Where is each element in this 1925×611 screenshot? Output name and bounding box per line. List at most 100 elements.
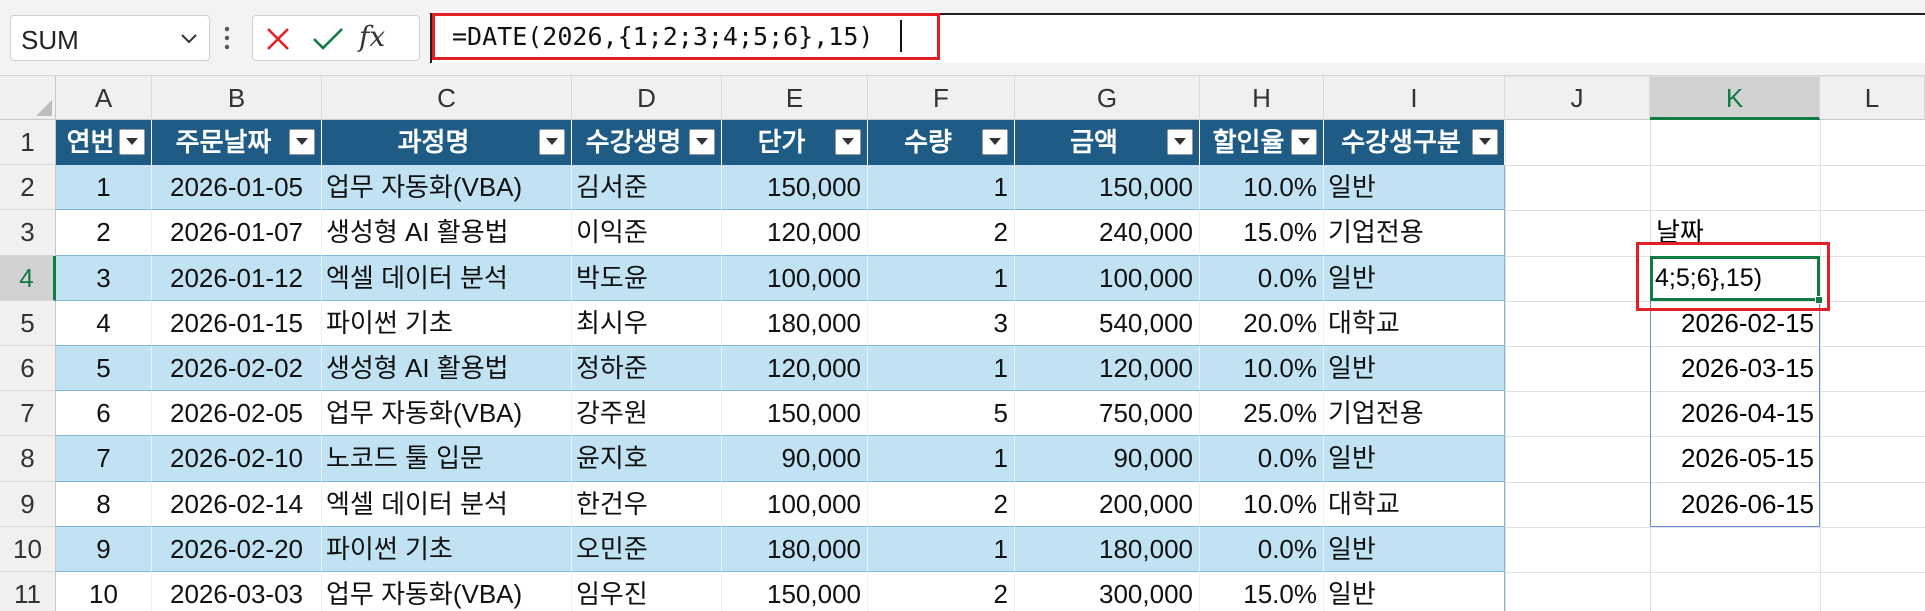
table-cell[interactable]: 180,000 xyxy=(722,300,868,346)
table-cell[interactable]: 540,000 xyxy=(1015,300,1200,346)
column-header-c[interactable]: C xyxy=(322,76,572,120)
table-cell[interactable]: 8 xyxy=(56,481,152,527)
table-cell[interactable]: 기업전용 xyxy=(1324,210,1505,256)
table-cell[interactable]: 2026-02-20 xyxy=(152,526,322,572)
table-cell[interactable]: 0.0% xyxy=(1200,255,1324,301)
table-cell[interactable]: 생성형 AI 활용법 xyxy=(322,346,572,392)
table-cell[interactable]: 240,000 xyxy=(1015,210,1200,256)
table-cell[interactable]: 일반 xyxy=(1324,572,1505,611)
row-header-11[interactable]: 11 xyxy=(0,572,56,611)
table-cell[interactable]: 9 xyxy=(56,526,152,572)
row-header-3[interactable]: 3 xyxy=(0,210,56,256)
check-icon[interactable] xyxy=(311,24,345,54)
table-cell[interactable]: 90,000 xyxy=(1015,436,1200,482)
table-cell[interactable]: 일반 xyxy=(1324,165,1505,211)
filter-dropdown-button[interactable] xyxy=(539,129,565,155)
table-cell[interactable]: 일반 xyxy=(1324,436,1505,482)
table-cell[interactable]: 25.0% xyxy=(1200,391,1324,437)
table-cell[interactable]: 750,000 xyxy=(1015,391,1200,437)
spilled-date-cell[interactable]: 2026-03-15 xyxy=(1650,346,1820,391)
column-header-k[interactable]: K xyxy=(1650,76,1820,120)
column-header-b[interactable]: B xyxy=(152,76,322,120)
cancel-icon[interactable] xyxy=(263,24,293,54)
table-cell[interactable]: 2 xyxy=(868,572,1015,611)
table-cell[interactable]: 4 xyxy=(56,300,152,346)
table-cell[interactable]: 200,000 xyxy=(1015,481,1200,527)
filter-dropdown-button[interactable] xyxy=(835,129,861,155)
spilled-date-cell[interactable]: 2026-04-15 xyxy=(1650,391,1820,436)
column-header-d[interactable]: D xyxy=(572,76,722,120)
row-header-9[interactable]: 9 xyxy=(0,481,56,527)
table-cell[interactable]: 2026-02-10 xyxy=(152,436,322,482)
row-header-4[interactable]: 4 xyxy=(0,255,56,301)
table-cell[interactable]: 10.0% xyxy=(1200,165,1324,211)
table-cell[interactable]: 윤지호 xyxy=(572,436,722,482)
table-cell[interactable]: 업무 자동화(VBA) xyxy=(322,165,572,211)
column-header-l[interactable]: L xyxy=(1820,76,1925,120)
table-cell[interactable]: 2026-01-07 xyxy=(152,210,322,256)
table-cell[interactable]: 15.0% xyxy=(1200,572,1324,611)
table-cell[interactable]: 일반 xyxy=(1324,346,1505,392)
column-header-j[interactable]: J xyxy=(1505,76,1650,120)
table-cell[interactable]: 2026-02-14 xyxy=(152,481,322,527)
table-cell[interactable]: 150,000 xyxy=(722,572,868,611)
table-cell[interactable]: 7 xyxy=(56,436,152,482)
table-cell[interactable]: 10.0% xyxy=(1200,481,1324,527)
table-cell[interactable]: 2 xyxy=(868,210,1015,256)
table-cell[interactable]: 2 xyxy=(868,481,1015,527)
insert-function-icon[interactable]: fx xyxy=(359,20,385,53)
filter-dropdown-button[interactable] xyxy=(1167,129,1193,155)
row-header-2[interactable]: 2 xyxy=(0,165,56,211)
column-header-i[interactable]: I xyxy=(1324,76,1505,120)
table-cell[interactable]: 노코드 툴 입문 xyxy=(322,436,572,482)
table-cell[interactable]: 업무 자동화(VBA) xyxy=(322,391,572,437)
table-cell[interactable]: 2 xyxy=(56,210,152,256)
table-cell[interactable]: 업무 자동화(VBA) xyxy=(322,572,572,611)
table-cell[interactable]: 1 xyxy=(868,346,1015,392)
row-header-6[interactable]: 6 xyxy=(0,346,56,392)
table-cell[interactable]: 2026-02-05 xyxy=(152,391,322,437)
table-cell[interactable]: 2026-02-02 xyxy=(152,346,322,392)
table-cell[interactable]: 1 xyxy=(868,436,1015,482)
table-cell[interactable]: 오민준 xyxy=(572,526,722,572)
table-cell[interactable]: 180,000 xyxy=(1015,526,1200,572)
row-header-1[interactable]: 1 xyxy=(0,120,56,166)
table-cell[interactable]: 이익준 xyxy=(572,210,722,256)
table-cell[interactable]: 기업전용 xyxy=(1324,391,1505,437)
column-header-e[interactable]: E xyxy=(722,76,868,120)
table-cell[interactable]: 0.0% xyxy=(1200,436,1324,482)
formula-text[interactable]: =DATE(2026,{1;2;3;4;5;6},15) xyxy=(452,22,873,51)
table-cell[interactable]: 한건우 xyxy=(572,481,722,527)
table-cell[interactable]: 120,000 xyxy=(1015,346,1200,392)
row-header-7[interactable]: 7 xyxy=(0,391,56,437)
select-all-corner[interactable] xyxy=(0,76,56,120)
table-cell[interactable]: 일반 xyxy=(1324,255,1505,301)
column-header-a[interactable]: A xyxy=(56,76,152,120)
table-cell[interactable]: 5 xyxy=(56,346,152,392)
table-cell[interactable]: 파이썬 기초 xyxy=(322,300,572,346)
table-cell[interactable]: 엑셀 데이터 분석 xyxy=(322,255,572,301)
column-header-f[interactable]: F xyxy=(868,76,1015,120)
table-cell[interactable]: 150,000 xyxy=(722,165,868,211)
table-cell[interactable]: 강주원 xyxy=(572,391,722,437)
spilled-date-cell[interactable]: 2026-06-15 xyxy=(1650,482,1820,527)
row-header-8[interactable]: 8 xyxy=(0,436,56,482)
table-cell[interactable]: 150,000 xyxy=(1015,165,1200,211)
table-cell[interactable]: 6 xyxy=(56,391,152,437)
table-cell[interactable]: 0.0% xyxy=(1200,526,1324,572)
table-cell[interactable]: 300,000 xyxy=(1015,572,1200,611)
table-cell[interactable]: 100,000 xyxy=(1015,255,1200,301)
table-cell[interactable]: 박도윤 xyxy=(572,255,722,301)
table-cell[interactable]: 일반 xyxy=(1324,526,1505,572)
table-cell[interactable]: 김서준 xyxy=(572,165,722,211)
filter-dropdown-button[interactable] xyxy=(289,129,315,155)
table-cell[interactable]: 생성형 AI 활용법 xyxy=(322,210,572,256)
filter-dropdown-button[interactable] xyxy=(689,129,715,155)
name-box[interactable]: SUM xyxy=(10,15,210,61)
filter-dropdown-button[interactable] xyxy=(1291,129,1317,155)
table-cell[interactable]: 120,000 xyxy=(722,346,868,392)
table-cell[interactable]: 2026-01-12 xyxy=(152,255,322,301)
row-header-10[interactable]: 10 xyxy=(0,526,56,572)
row-header-5[interactable]: 5 xyxy=(0,300,56,346)
filter-dropdown-button[interactable] xyxy=(982,129,1008,155)
